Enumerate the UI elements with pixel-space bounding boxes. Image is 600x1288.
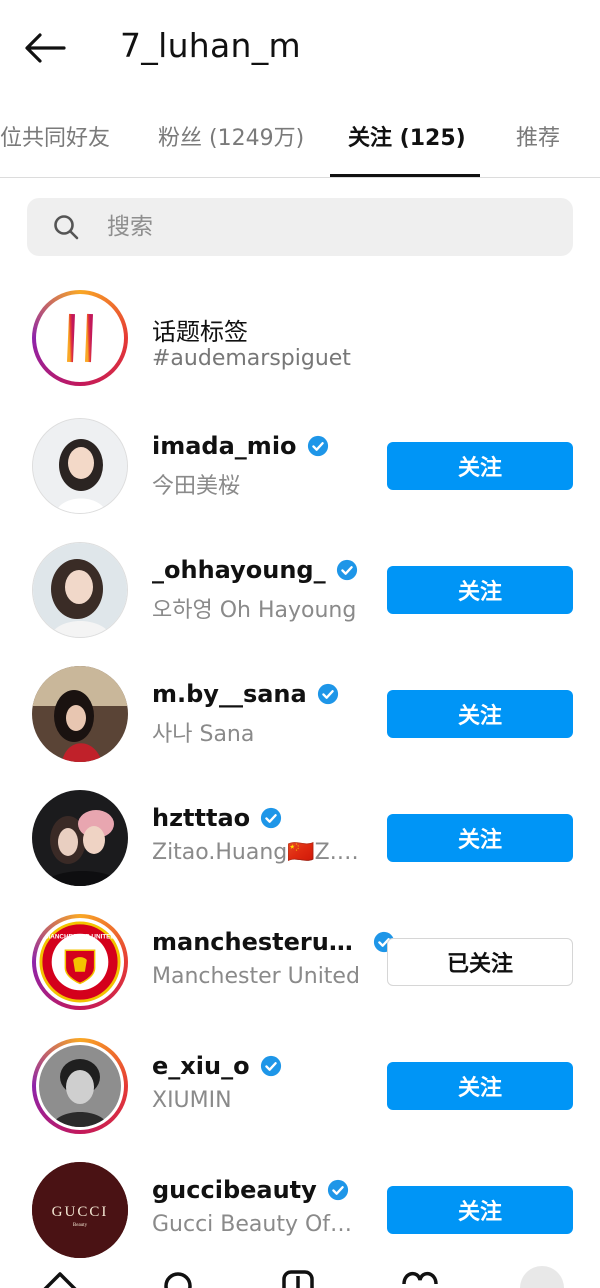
full-name: Zitao.Huang🇨🇳Z.… xyxy=(152,840,359,865)
search-bar[interactable] xyxy=(27,198,573,256)
full-name: 사나 Sana xyxy=(152,722,255,747)
logo-subtext: Beauty xyxy=(73,1223,88,1228)
tab-followers[interactable]: 粉丝 (1249万) xyxy=(158,120,304,152)
arrow-left-icon xyxy=(25,33,66,63)
username-text: imada_mio xyxy=(152,432,297,460)
home-icon[interactable] xyxy=(40,1266,80,1288)
list-item-hashtag[interactable]: 话题标签 #audemarspiguet xyxy=(0,290,600,400)
manchester-united-logo: MANCHESTER UNITED xyxy=(39,921,121,1003)
username-text: _ohhayoung_ xyxy=(152,556,326,584)
search-input[interactable] xyxy=(107,210,547,244)
full-name: 今田美桜 xyxy=(152,474,241,499)
create-post-icon[interactable] xyxy=(278,1266,318,1288)
tab-mutual[interactable]: 位共同好友 xyxy=(0,120,110,152)
hashtag-label: 话题标签 xyxy=(152,318,248,346)
search-icon xyxy=(54,215,79,240)
active-tab-indicator xyxy=(330,174,480,177)
avatar: MANCHESTER UNITED xyxy=(32,914,128,1010)
follow-button[interactable]: 关注 xyxy=(387,442,573,490)
list-item[interactable]: _ohhayoung_ 오하영 Oh Hayoung 关注 xyxy=(0,542,600,652)
full-name: Gucci Beauty Of… xyxy=(152,1212,353,1237)
search-nav-icon[interactable] xyxy=(158,1266,198,1288)
list-item[interactable]: imada_mio 今田美桜 关注 xyxy=(0,418,600,528)
back-button[interactable] xyxy=(24,28,68,68)
username-text: guccibeauty xyxy=(152,1176,317,1204)
logo-text: GUCCI xyxy=(52,1204,109,1220)
avatar xyxy=(32,542,128,638)
list-item[interactable]: m.by__sana 사나 Sana 关注 xyxy=(0,666,600,776)
tab-suggested[interactable]: 推荐 xyxy=(516,120,560,152)
username: imada_mio xyxy=(152,432,329,460)
list-item[interactable]: GUCCI Beauty guccibeauty Gucci Beauty Of… xyxy=(0,1162,600,1272)
hashtag-icon xyxy=(59,313,101,363)
username-text: e_xiu_o xyxy=(152,1052,250,1080)
username: hztttao xyxy=(152,804,282,832)
avatar xyxy=(32,418,128,514)
page-title: 7_luhan_m xyxy=(120,26,301,65)
follow-button[interactable]: 关注 xyxy=(387,1062,573,1110)
follow-button[interactable]: 关注 xyxy=(387,814,573,862)
tab-following[interactable]: 关注 (125) xyxy=(348,120,466,152)
verified-badge-icon xyxy=(336,559,357,581)
username: m.by__sana xyxy=(152,680,339,708)
list-item[interactable]: MANCHESTER UNITED manchesteru… Mancheste… xyxy=(0,914,600,1024)
verified-badge-icon xyxy=(260,1055,281,1077)
avatar xyxy=(32,790,128,886)
verified-badge-icon xyxy=(317,683,338,705)
heart-icon[interactable] xyxy=(398,1266,442,1288)
follow-button[interactable]: 关注 xyxy=(387,690,573,738)
verified-badge-icon xyxy=(261,807,282,829)
full-name: XIUMIN xyxy=(152,1088,232,1113)
hashtag-value: #audemarspiguet xyxy=(152,346,351,371)
top-bar: 7_luhan_m xyxy=(0,0,600,96)
gucci-logo: GUCCI Beauty xyxy=(32,1162,128,1258)
list-item[interactable]: hztttao Zitao.Huang🇨🇳Z.… 关注 xyxy=(0,790,600,900)
verified-badge-icon xyxy=(307,435,328,457)
username: e_xiu_o xyxy=(152,1052,282,1080)
following-button[interactable]: 已关注 xyxy=(387,938,573,986)
profile-avatar[interactable] xyxy=(520,1266,564,1288)
full-name: 오하영 Oh Hayoung xyxy=(152,598,357,623)
follow-button[interactable]: 关注 xyxy=(387,566,573,614)
avatar xyxy=(32,666,128,762)
username-text: m.by__sana xyxy=(152,680,307,708)
full-name: Manchester United xyxy=(152,964,360,989)
verified-badge-icon xyxy=(327,1179,348,1201)
username-text: manchesteru… xyxy=(152,928,353,956)
logo-text: MANCHESTER UNITED xyxy=(45,934,115,941)
avatar xyxy=(32,290,128,386)
follow-button[interactable]: 关注 xyxy=(387,1186,573,1234)
username: _ohhayoung_ xyxy=(152,556,358,584)
list-item[interactable]: e_xiu_o XIUMIN 关注 xyxy=(0,1038,600,1148)
avatar: GUCCI Beauty xyxy=(32,1162,128,1258)
avatar xyxy=(32,1038,128,1134)
username: guccibeauty xyxy=(152,1176,349,1204)
tab-bar: 位共同好友 粉丝 (1249万) 关注 (125) 推荐 xyxy=(0,104,600,178)
bottom-nav xyxy=(0,1260,600,1288)
username: manchesteru… xyxy=(152,928,395,956)
username-text: hztttao xyxy=(152,804,251,832)
